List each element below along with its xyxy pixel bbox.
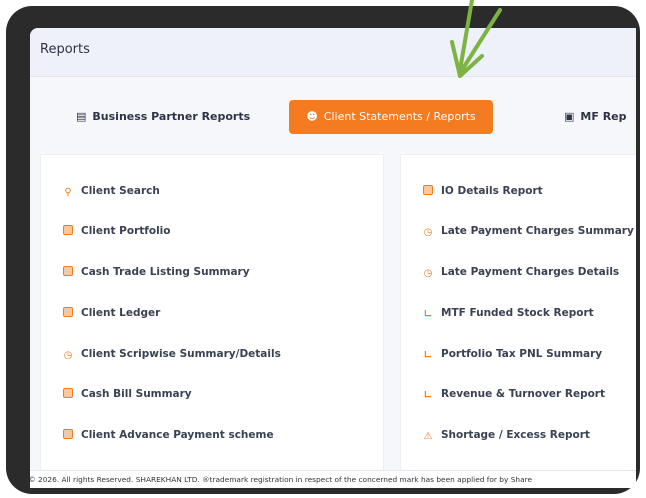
copyright-footer: ght© 2026. All rights Reserved. SHAREKHA…: [30, 470, 636, 488]
report-link-mtf-funded-stock[interactable]: ∟ MTF Funded Stock Report: [423, 303, 594, 323]
mf-icon: ▣: [564, 110, 575, 123]
clock-icon: ◷: [63, 350, 73, 361]
report-link-portfolio-tax-pnl[interactable]: ∟ Portfolio Tax PNL Summary: [423, 344, 602, 364]
report-link-label: Revenue & Turnover Report: [441, 388, 605, 400]
report-link-shortage-excess[interactable]: ⚠ Shortage / Excess Report: [423, 425, 590, 445]
report-link-revenue-turnover[interactable]: ∟ Revenue & Turnover Report: [423, 384, 605, 404]
chart-icon: ∟: [423, 309, 433, 320]
report-link-client-portfolio[interactable]: Client Portfolio: [63, 221, 170, 241]
report-link-client-ledger[interactable]: Client Ledger: [63, 303, 160, 323]
ledger-icon: [63, 307, 73, 317]
report-link-label: IO Details Report: [441, 185, 543, 197]
report-link-label: Late Payment Charges Summary: [441, 225, 634, 237]
clock-icon: ◷: [423, 227, 433, 238]
clock-icon: ◷: [423, 268, 433, 279]
chart-icon: ∟: [423, 350, 433, 361]
report-link-io-details[interactable]: IO Details Report: [423, 181, 543, 201]
briefcase-icon: [63, 225, 73, 235]
report-link-late-payment-details[interactable]: ◷ Late Payment Charges Details: [423, 262, 620, 282]
tab-label: Business Partner Reports: [92, 110, 251, 123]
tab-client-statements-reports[interactable]: ☻ Client Statements / Reports: [289, 100, 493, 134]
report-link-client-scripwise-summary[interactable]: ◷ Client Scripwise Summary/Details: [63, 344, 281, 364]
report-link-label: Late Payment Charges Details: [441, 266, 620, 278]
tab-label: Client Statements / Reports: [323, 110, 476, 123]
top-bar: Reports: [30, 28, 636, 77]
report-link-label: Client Ledger: [81, 307, 161, 319]
right-report-panel: IO Details Report ◷ Late Payment Charges …: [400, 154, 636, 486]
warning-icon: ⚠: [423, 431, 433, 442]
report-link-label: Shortage / Excess Report: [441, 429, 590, 441]
report-link-label: Portfolio Tax PNL Summary: [441, 348, 603, 360]
report-icon: [423, 185, 433, 195]
report-link-label: Client Advance Payment scheme: [81, 429, 274, 441]
payment-icon: [63, 429, 73, 439]
report-link-label: MTF Funded Stock Report: [441, 307, 594, 319]
report-link-cash-trade-listing-summary[interactable]: Cash Trade Listing Summary: [63, 262, 250, 282]
report-link-client-advance-payment[interactable]: Client Advance Payment scheme: [63, 425, 274, 445]
report-link-label: Client Search: [81, 185, 160, 197]
tab-business-partner-reports[interactable]: ▤ Business Partner Reports: [76, 100, 250, 134]
pointer-arrow-icon: [450, 0, 502, 78]
report-link-label: Client Portfolio: [81, 225, 171, 237]
copyright-text: ght© 2026. All rights Reserved. SHAREKHA…: [30, 475, 533, 484]
search-icon: ⚲: [64, 187, 72, 198]
app-screen: Reports ▤ Business Partner Reports ☻ Clien…: [30, 28, 636, 488]
report-link-late-payment-summary[interactable]: ◷ Late Payment Charges Summary: [423, 221, 634, 241]
report-tabs: ▤ Business Partner Reports ☻ Client Statem…: [30, 100, 636, 138]
list-icon: [63, 266, 73, 276]
tab-label: MF Rep: [580, 110, 627, 123]
chart-icon: ∟: [423, 390, 433, 401]
report-link-label: Cash Trade Listing Summary: [81, 266, 250, 278]
document-icon: ▤: [76, 110, 87, 123]
report-link-label: Cash Bill Summary: [81, 388, 192, 400]
report-link-label: Client Scripwise Summary/Details: [81, 348, 281, 360]
report-link-client-search[interactable]: ⚲ Client Search: [63, 181, 160, 201]
page-title: Reports: [40, 42, 90, 57]
report-link-cash-bill-summary[interactable]: Cash Bill Summary: [63, 384, 192, 404]
user-icon: ☻: [306, 110, 318, 123]
device-frame: Reports ▤ Business Partner Reports ☻ Clien…: [6, 6, 640, 494]
left-report-panel: ⚲ Client Search Client Portfolio Cash Tra…: [40, 154, 384, 486]
tab-mf-reports[interactable]: ▣ MF Rep: [564, 100, 627, 134]
bill-icon: [63, 388, 73, 398]
